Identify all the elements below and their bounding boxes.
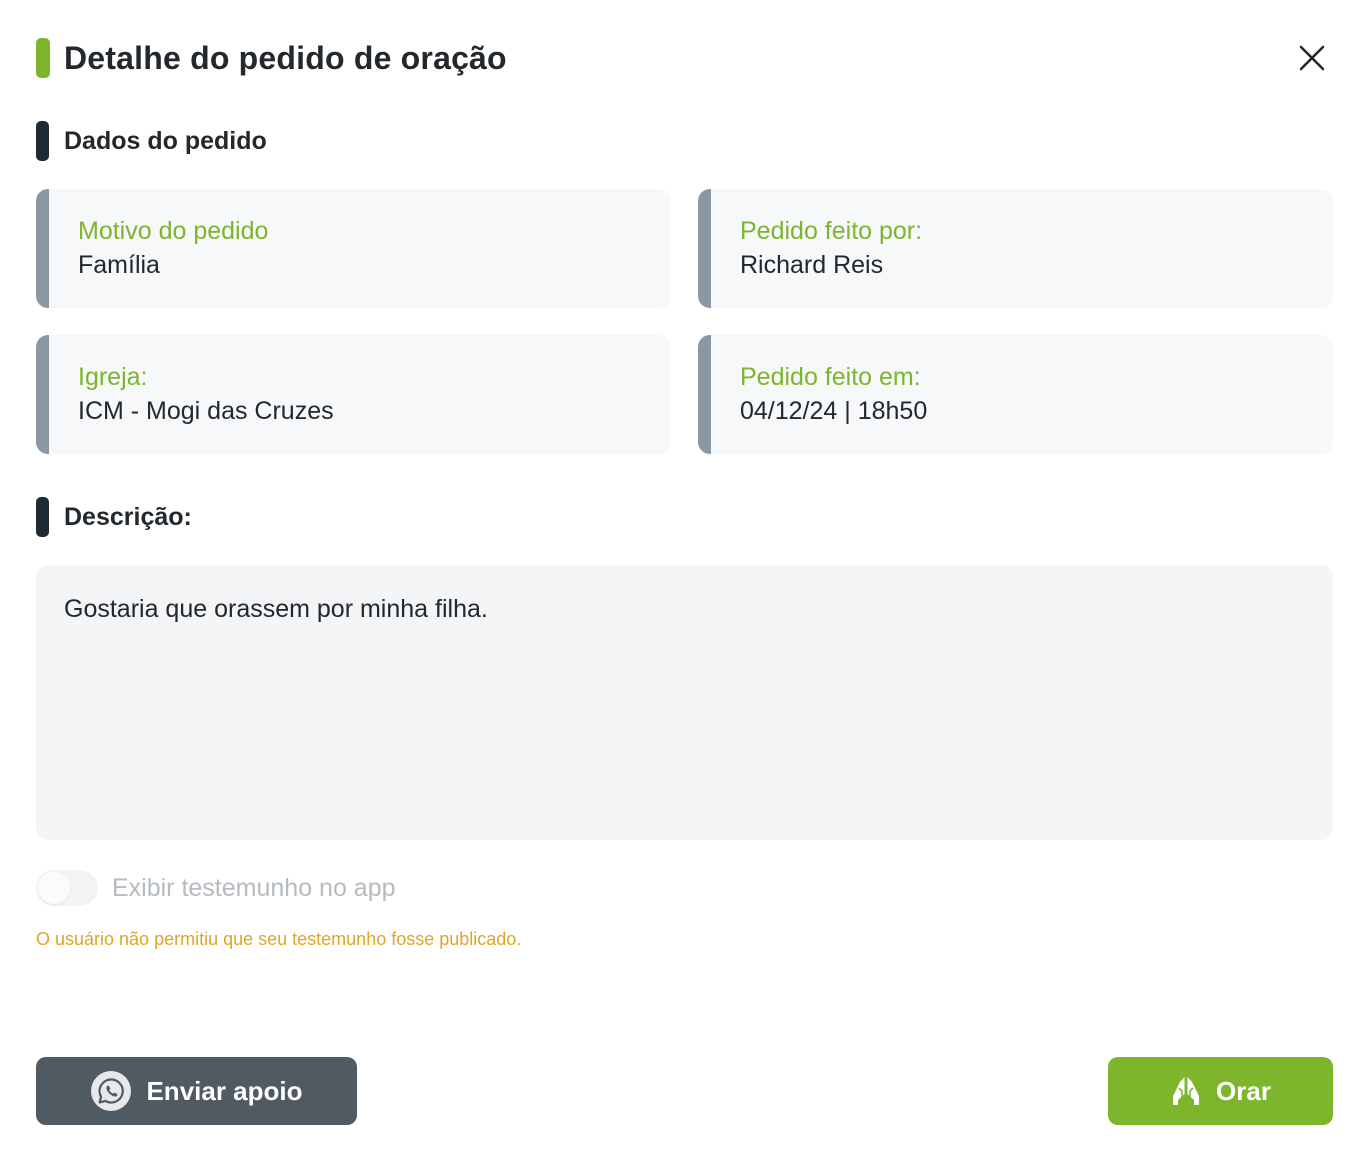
description-box: Gostaria que orassem por minha filha.	[36, 565, 1333, 840]
pray-button[interactable]: Orar	[1108, 1057, 1333, 1125]
card-feito-em: Pedido feito em: 04/12/24 | 18h50	[698, 335, 1333, 454]
card-igreja-value: ICM - Mogi das Cruzes	[78, 397, 334, 425]
modal-header: Detalhe do pedido de oração	[36, 38, 507, 78]
card-motivo: Motivo do pedido Família	[36, 189, 671, 308]
page-title: Detalhe do pedido de oração	[64, 39, 507, 76]
section-accent-bar	[36, 121, 49, 161]
card-feito-por: Pedido feito por: Richard Reis	[698, 189, 1333, 308]
card-stripe	[698, 335, 711, 454]
testimony-warning: O usuário não permitiu que seu testemunh…	[36, 929, 522, 949]
send-support-label: Enviar apoio	[146, 1075, 303, 1106]
title-accent-bar	[36, 38, 50, 78]
card-motivo-value: Família	[78, 251, 160, 279]
card-igreja: Igreja: ICM - Mogi das Cruzes	[36, 335, 671, 454]
close-button[interactable]	[1292, 38, 1332, 78]
toggle-knob	[38, 872, 70, 904]
send-support-button[interactable]: Enviar apoio	[36, 1057, 357, 1125]
section-title-descricao: Descrição:	[64, 502, 192, 531]
card-feito-por-label: Pedido feito por:	[740, 217, 923, 245]
section-title-dados: Dados do pedido	[64, 126, 267, 155]
card-feito-em-label: Pedido feito em:	[740, 363, 921, 391]
close-icon	[1299, 45, 1325, 71]
testimony-toggle[interactable]	[36, 870, 98, 906]
pray-label: Orar	[1216, 1075, 1271, 1106]
card-stripe	[36, 189, 49, 308]
section-dados-header: Dados do pedido	[36, 121, 267, 161]
praying-hands-icon	[1170, 1074, 1202, 1108]
testimony-toggle-row: Exibir testemunho no app	[36, 870, 396, 906]
card-stripe	[36, 335, 49, 454]
section-descricao-header: Descrição:	[36, 497, 192, 537]
card-feito-por-value: Richard Reis	[740, 251, 884, 279]
testimony-toggle-label: Exibir testemunho no app	[112, 873, 396, 902]
card-feito-em-value: 04/12/24 | 18h50	[740, 397, 928, 425]
whatsapp-icon	[90, 1070, 132, 1112]
card-motivo-label: Motivo do pedido	[78, 217, 269, 245]
card-stripe	[698, 189, 711, 308]
description-text: Gostaria que orassem por minha filha.	[64, 595, 488, 623]
section-accent-bar	[36, 497, 49, 537]
prayer-request-detail-modal: Detalhe do pedido de oração Dados do ped…	[0, 0, 1364, 1156]
card-igreja-label: Igreja:	[78, 363, 148, 391]
